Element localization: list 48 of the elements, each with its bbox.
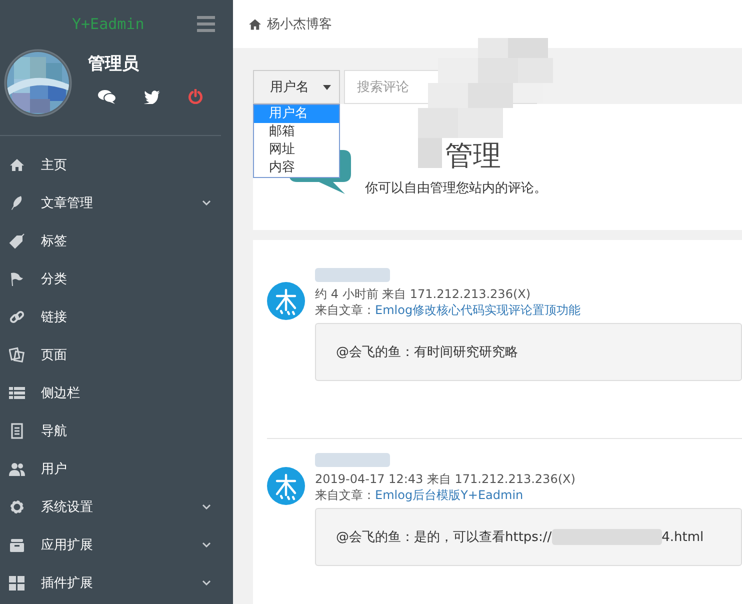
- dropdown-option[interactable]: 网址: [254, 141, 339, 159]
- document-icon: [9, 423, 25, 439]
- sidebar-item[interactable]: 应用扩展: [0, 526, 233, 564]
- sidebar-item[interactable]: 插件扩展: [0, 564, 233, 602]
- home-icon: [9, 157, 25, 173]
- page-subtitle: 你可以自由管理您站内的评论。: [365, 180, 547, 197]
- sidebar-item[interactable]: 导航: [0, 412, 233, 450]
- grid-icon: [9, 575, 25, 591]
- comment-meta: 约 4 小时前 来自 171.212.213.236(X): [315, 286, 532, 302]
- chat-icon[interactable]: [98, 89, 116, 104]
- breadcrumb-link[interactable]: 杨小杰博客: [267, 15, 332, 33]
- filter-select[interactable]: 用户名: [253, 70, 340, 104]
- flag-icon: [9, 271, 25, 287]
- list-icon: [9, 385, 25, 401]
- bird-icon[interactable]: [144, 90, 160, 104]
- caret-icon: [323, 84, 331, 90]
- sidebar-item[interactable]: 系统设置: [0, 488, 233, 526]
- dropdown-option[interactable]: 内容: [254, 159, 339, 177]
- sidebar-item[interactable]: 主页: [0, 146, 233, 184]
- article-link[interactable]: Emlog后台模版Y+Eadmin: [375, 488, 524, 502]
- avatar-icon: [267, 282, 305, 320]
- menu-icon[interactable]: [197, 16, 215, 32]
- sidebar-item[interactable]: 标签: [0, 222, 233, 260]
- sidebar-item[interactable]: 侧边栏: [0, 374, 233, 412]
- sidebar-item[interactable]: 页面: [0, 336, 233, 374]
- sidebar-item[interactable]: 文章管理: [0, 184, 233, 222]
- sidebar-item[interactable]: 链接: [0, 298, 233, 336]
- logo: Y+Eadmin: [72, 15, 144, 33]
- page-title: 管理: [445, 138, 502, 174]
- comment-text: @会飞的鱼：有时间研究研究略: [336, 344, 518, 361]
- source-label: 来自文章：: [315, 303, 375, 317]
- gear-icon: [9, 499, 25, 515]
- avatar-icon: [267, 467, 305, 505]
- box-icon: [9, 537, 25, 553]
- comment-text: 4.html: [662, 530, 704, 544]
- source-label: 来自文章：: [315, 488, 375, 502]
- article-link[interactable]: Emlog修改核心代码实现评论置顶功能: [375, 303, 581, 317]
- sidebar-item[interactable]: 分类: [0, 260, 233, 298]
- link-icon: [9, 309, 25, 325]
- sidebar-item[interactable]: 用户: [0, 450, 233, 488]
- dropdown-option[interactable]: 邮箱: [254, 123, 339, 141]
- user-name: 管理员: [88, 53, 140, 75]
- home-icon: [249, 18, 261, 30]
- comment-text: @会飞的鱼：是的，可以查看https://: [336, 529, 552, 546]
- users-icon: [9, 461, 25, 477]
- comment-meta: 2019-04-17 12:43 来自 171.212.213.236(X): [315, 471, 576, 487]
- pages-icon: [9, 347, 25, 363]
- tag-icon: [9, 233, 25, 249]
